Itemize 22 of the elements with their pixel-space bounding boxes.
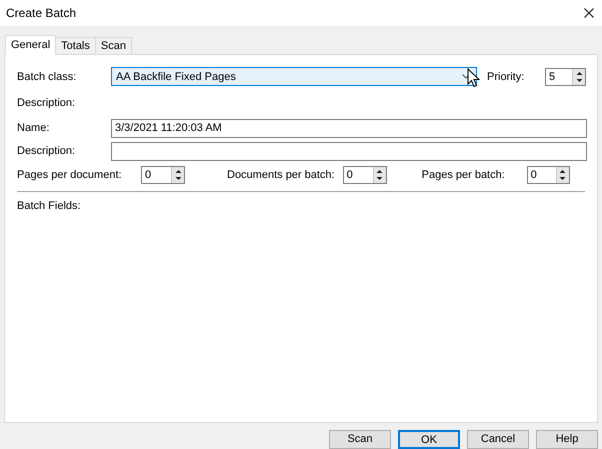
field-label: Description:	[17, 96, 76, 111]
number-spinner[interactable]: 0	[526, 166, 570, 184]
field-label: Description:	[17, 144, 76, 160]
window-title: Create Batch	[6, 5, 76, 22]
number-spinner[interactable]: 0	[342, 166, 387, 184]
field-label: Pages per document:	[17, 168, 123, 184]
dialog-button[interactable]: OK	[398, 430, 460, 449]
section-label: Batch Fields:	[17, 198, 81, 214]
dialog-button[interactable]: Help	[536, 430, 598, 449]
number-spinner[interactable]: 0	[141, 166, 185, 184]
field-label: Name:	[17, 121, 50, 136]
field-label: Documents per batch:	[227, 168, 335, 184]
batch-class-dropdown[interactable]: AA Backfile Fixed Pages	[111, 67, 477, 86]
number-spinner[interactable]: 5	[545, 68, 586, 86]
tab[interactable]: Scan	[94, 36, 132, 54]
field-label: Pages per batch:	[422, 168, 506, 184]
dialog-button[interactable]: Cancel	[467, 430, 529, 449]
tab[interactable]: General	[5, 34, 56, 55]
field-label: Batch class:	[17, 70, 78, 85]
name-field[interactable]: 3/3/2021 11:20:03 AM	[111, 118, 587, 138]
dialog-button[interactable]: Scan	[329, 430, 391, 449]
field-label: Priority:	[487, 70, 526, 85]
